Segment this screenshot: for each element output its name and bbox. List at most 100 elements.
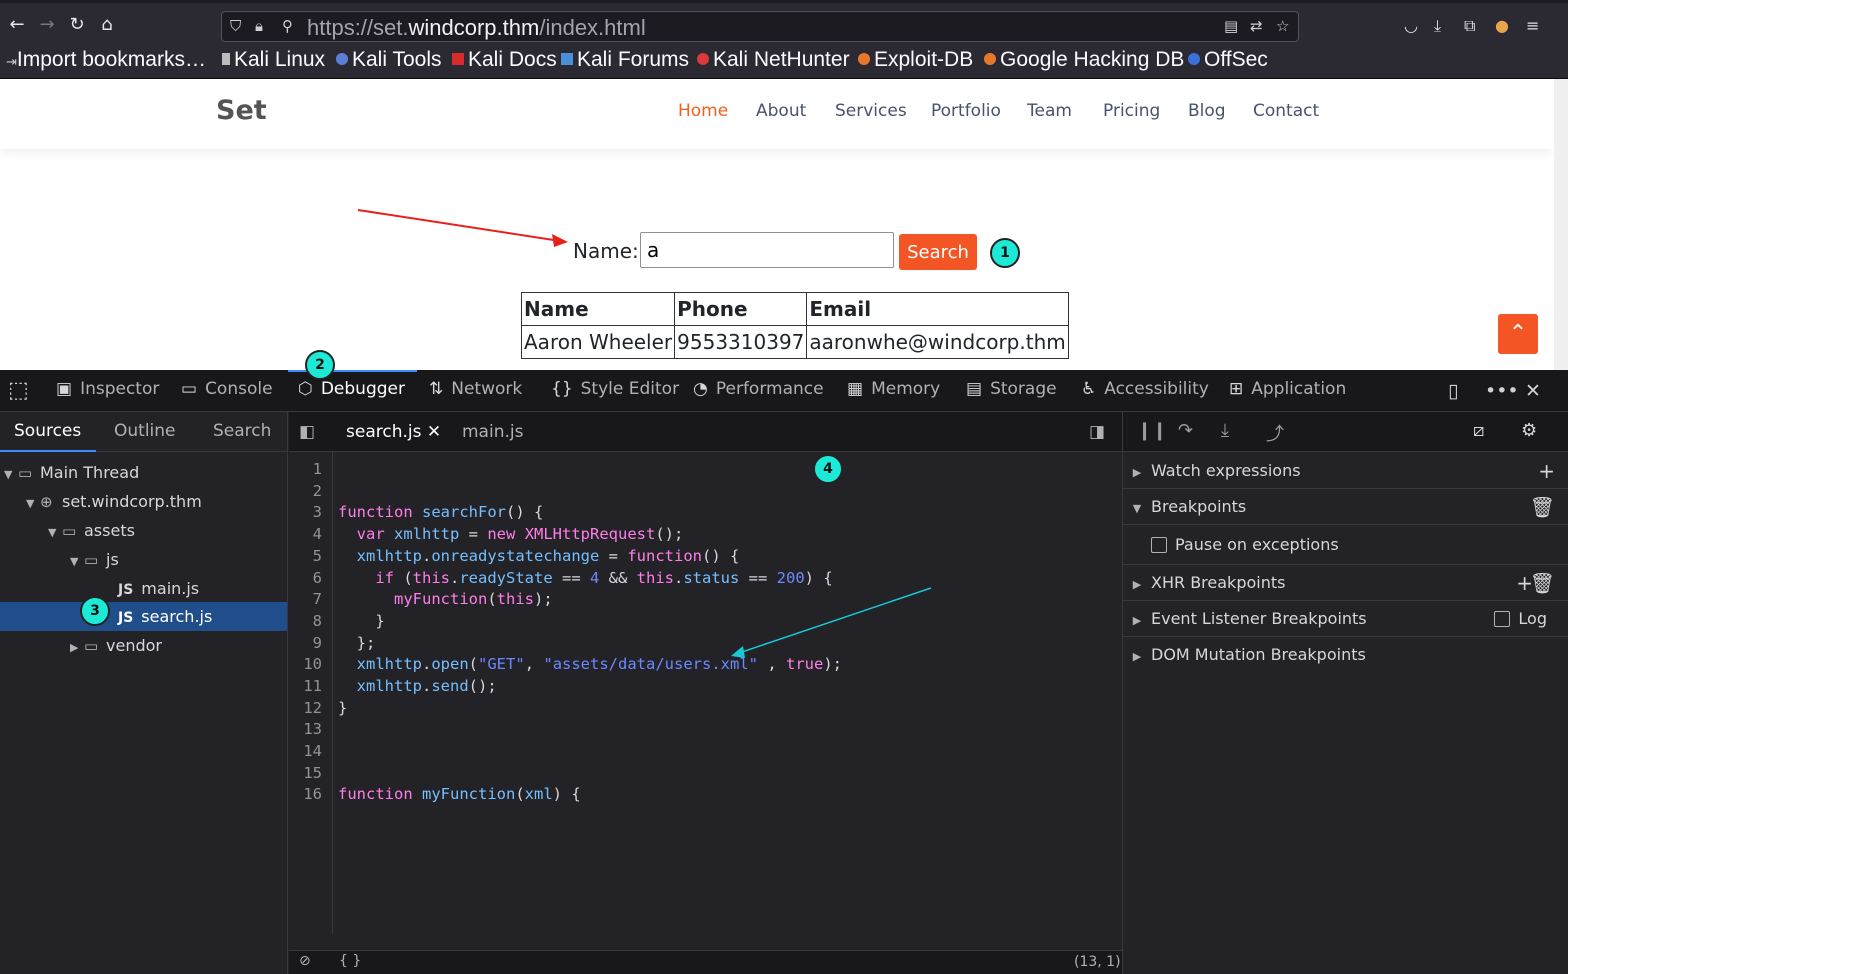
site-logo[interactable]: Set — [216, 95, 267, 126]
bookmark-import[interactable]: ⇥Import bookmarks… — [6, 48, 206, 72]
tab-search[interactable]: Search — [213, 421, 271, 441]
log-checkbox[interactable] — [1494, 611, 1511, 627]
nav-services[interactable]: Services — [835, 101, 907, 121]
code-content[interactable]: 1 2 3 function searchFor() { 4 var xmlhtt… — [289, 452, 1122, 934]
bookmark-kali-forums[interactable]: Kali Forums — [561, 48, 689, 72]
nav-team[interactable]: Team — [1027, 101, 1072, 121]
watch-expressions-section[interactable]: ▶ Watch expressions + — [1123, 453, 1568, 489]
tree-js-folder[interactable]: ▼ ▭ js — [0, 545, 287, 574]
nav-blog[interactable]: Blog — [1188, 101, 1226, 121]
shield-icon[interactable]: ⛉ — [230, 17, 241, 35]
tab-inspector[interactable]: ▣ Inspector — [56, 379, 159, 399]
editor-tab-main-js[interactable]: main.js — [462, 422, 523, 442]
folder-icon: ▭ — [84, 551, 99, 569]
tab-outline[interactable]: Outline — [114, 421, 176, 441]
toggle-sources-icon[interactable]: ◧ — [299, 422, 315, 442]
reader-view-icon[interactable]: ▤ — [1224, 17, 1238, 35]
url-text[interactable]: https://set.windcorp.thm/index.html — [307, 15, 646, 41]
forward-icon[interactable]: → — [36, 15, 58, 35]
tab-network[interactable]: ⇅ Network — [429, 379, 522, 399]
nav-pricing[interactable]: Pricing — [1103, 101, 1160, 121]
tab-application[interactable]: ⊞ Application — [1229, 379, 1346, 399]
pocket-icon[interactable]: ◡ — [1404, 16, 1418, 35]
tree-vendor-folder[interactable]: ▶ ▭ vendor — [0, 631, 287, 660]
element-picker-icon[interactable]: ⬚ — [8, 378, 29, 403]
tab-performance[interactable]: ◔ Performance — [693, 379, 824, 399]
lock-icon[interactable]: 🔒︎ — [255, 17, 263, 35]
bookmark-exploit-db[interactable]: Exploit-DB — [858, 48, 973, 72]
bookmark-kali-tools[interactable]: Kali Tools — [336, 48, 442, 72]
network-icon: ⇅ — [429, 379, 444, 399]
nav-about[interactable]: About — [756, 101, 806, 121]
expand-icon: ▼ — [1132, 502, 1142, 515]
js-file-icon: JS — [118, 610, 134, 626]
nav-contact[interactable]: Contact — [1253, 101, 1319, 121]
tab-debugger[interactable]: ⬡ Debugger — [298, 379, 405, 399]
menu-icon[interactable]: ≡ — [1526, 16, 1539, 35]
tab-accessibility[interactable]: ♿︎ Accessibility — [1081, 379, 1209, 399]
downloads-icon[interactable]: ⤓ — [1434, 16, 1441, 36]
code-line: 4 var xmlhttp = new XMLHttpRequest(); — [312, 525, 684, 543]
url-bar[interactable]: ⛉ 🔒︎ ⚲ https://set.windcorp.thm/index.ht… — [221, 11, 1299, 42]
breakpoints-section[interactable]: ▼ Breakpoints 🗑︎ — [1123, 489, 1568, 525]
log-toggle[interactable]: Log — [1494, 601, 1547, 637]
tree-main-thread[interactable]: ▼ ▭ Main Thread — [0, 458, 287, 487]
bookmark-google-hacking-db[interactable]: Google Hacking DB — [984, 48, 1184, 72]
more-options-icon[interactable]: ••• — [1485, 380, 1519, 402]
tree-search-js[interactable]: JS search.js — [0, 602, 287, 631]
back-to-top-button[interactable]: ⌃ — [1498, 314, 1538, 354]
reload-icon[interactable]: ↻ — [66, 15, 88, 35]
close-tab-icon[interactable]: ✕ — [427, 422, 441, 442]
bookmarks-bar: ⇥Import bookmarks… Kali Linux Kali Tools… — [0, 46, 1568, 79]
step-out-icon[interactable]: ⤴ — [1266, 420, 1284, 446]
pause-on-exceptions-row[interactable]: Pause on exceptions — [1123, 525, 1568, 565]
tab-sources[interactable]: Sources — [14, 421, 81, 441]
add-watch-icon[interactable]: + — [1538, 453, 1555, 489]
step-in-icon[interactable]: ⤓ — [1221, 420, 1229, 441]
toggle-breakpoints-pane-icon[interactable]: ◨ — [1089, 422, 1105, 442]
search-button[interactable]: Search — [899, 234, 977, 270]
bookmark-star-icon[interactable]: ☆ — [1276, 17, 1289, 35]
translate-icon[interactable]: ⇄ — [1250, 17, 1263, 35]
account-icon[interactable]: ● — [1495, 16, 1509, 35]
tree-domain[interactable]: ▼ ⊕ set.windcorp.thm — [0, 487, 287, 516]
tab-style-editor[interactable]: {} Style Editor — [551, 379, 679, 399]
bookmark-kali-docs[interactable]: Kali Docs — [452, 48, 557, 72]
pretty-print-button[interactable]: { } — [339, 953, 361, 969]
settings-gear-icon[interactable]: ⚙ — [1521, 420, 1537, 441]
xhr-breakpoints-section[interactable]: ▶ XHR Breakpoints + 🗑︎ — [1123, 565, 1568, 601]
tree-main-js[interactable]: JS main.js — [0, 574, 287, 603]
name-input[interactable] — [640, 232, 894, 268]
step-over-icon[interactable]: ↷ — [1178, 420, 1193, 441]
tree-assets-folder[interactable]: ▼ ▭ assets — [0, 516, 287, 545]
nav-home[interactable]: Home — [678, 101, 728, 121]
code-line: 6 if (this.readyState == 4 && this.statu… — [312, 569, 833, 587]
pause-on-exceptions-checkbox[interactable] — [1151, 537, 1167, 553]
responsive-design-icon[interactable]: ▯ — [1448, 380, 1458, 402]
cell-name: Aaron Wheeler — [520, 325, 676, 359]
bookmark-offsec[interactable]: OffSec — [1188, 48, 1268, 72]
back-icon[interactable]: ← — [6, 15, 28, 35]
pause-icon[interactable]: ❙❙ — [1137, 420, 1167, 441]
bookmark-kali-nethunter[interactable]: Kali NetHunter — [697, 48, 850, 72]
nav-portfolio[interactable]: Portfolio — [931, 101, 1001, 121]
blackbox-icon[interactable]: ⊘ — [299, 953, 311, 969]
permissions-icon[interactable]: ⚲ — [282, 17, 293, 35]
tab-storage[interactable]: ▤ Storage — [966, 379, 1057, 399]
extensions-icon[interactable]: ⧉ — [1464, 16, 1475, 36]
event-listener-breakpoints-section[interactable]: ▶ Event Listener Breakpoints Log — [1123, 601, 1568, 637]
trash-icon[interactable]: 🗑︎ — [1530, 489, 1555, 525]
close-devtools-icon[interactable]: ✕ — [1525, 380, 1541, 402]
tab-memory[interactable]: ▦ Memory — [847, 379, 940, 399]
home-icon[interactable]: ⌂ — [96, 15, 118, 35]
code-line: 3 function searchFor() { — [312, 503, 544, 521]
tab-console[interactable]: ▭ Console — [181, 379, 273, 399]
deactivate-breakpoints-icon[interactable]: ⧄ — [1473, 420, 1484, 441]
devtools-tabbar: ⬚ ▣ Inspector ▭ Console ⬡ Debugger ⇅ Network… — [0, 370, 1568, 412]
trash-icon[interactable]: 🗑︎ — [1530, 565, 1555, 601]
code-editor: ◧ search.js ✕ main.js ◨ 1 2 3 function se… — [289, 412, 1122, 974]
page-scrollbar[interactable] — [1554, 79, 1568, 370]
bookmark-kali-linux[interactable]: Kali Linux — [222, 48, 325, 72]
editor-tab-search-js[interactable]: search.js ✕ — [346, 422, 441, 442]
dom-mutation-breakpoints-section[interactable]: ▶ DOM Mutation Breakpoints — [1123, 637, 1568, 673]
